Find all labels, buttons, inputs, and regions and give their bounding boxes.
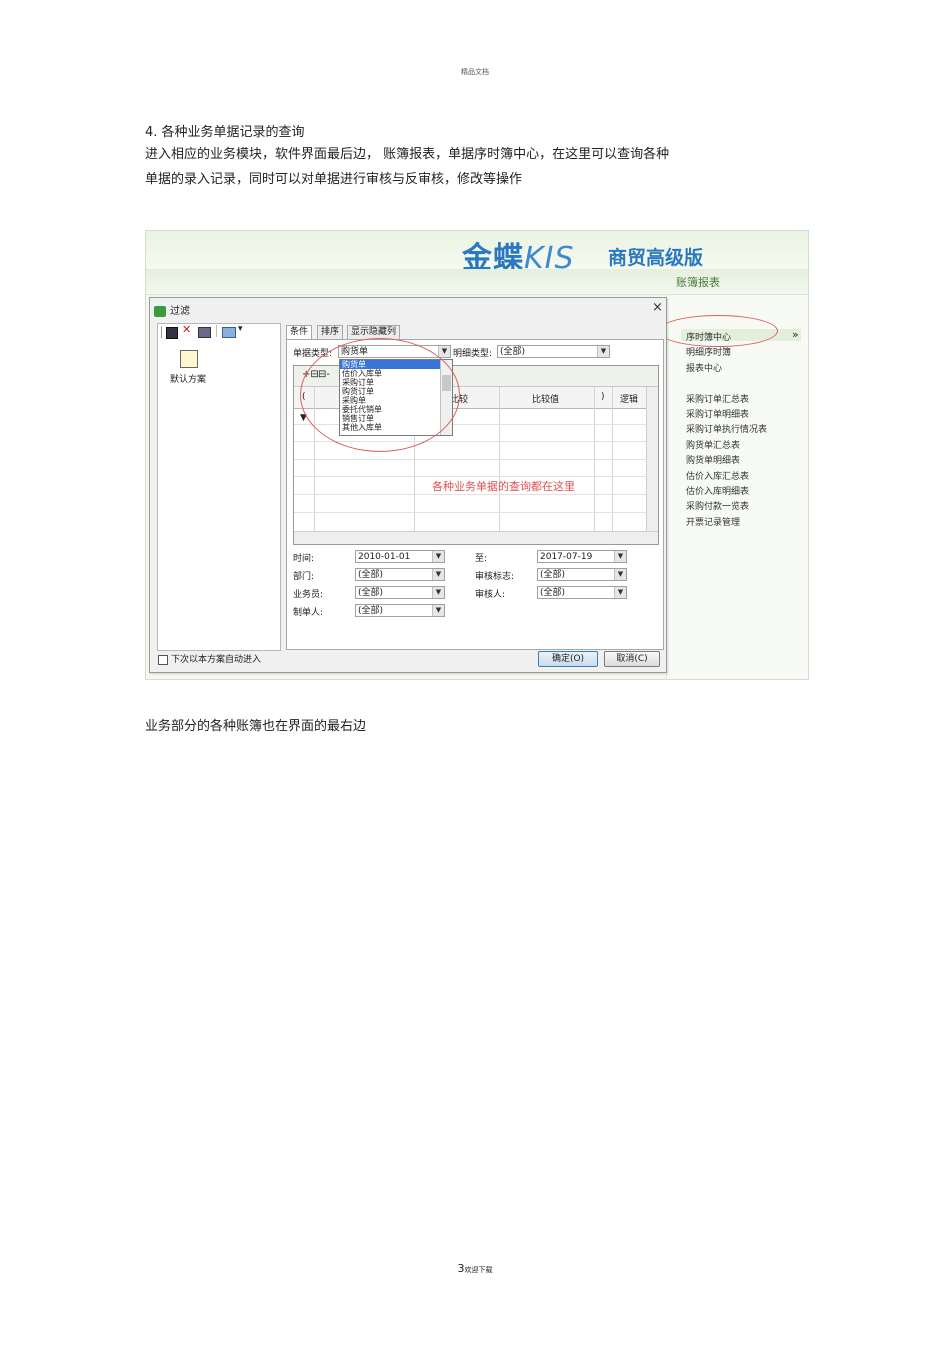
to-label: 至: bbox=[475, 554, 488, 564]
grid-line bbox=[294, 476, 646, 477]
grid-line bbox=[294, 494, 646, 495]
checkbox-icon[interactable] bbox=[158, 654, 168, 665]
software-screenshot: 金蝶KIS 商贸高级版 账簿报表 序时簿中心 » 明细序时簿 报表中心 采购订单… bbox=[145, 230, 809, 680]
menu-item-po-execution[interactable]: 采购订单执行情况表 bbox=[686, 422, 767, 435]
conditions-panel: 单据类型: 购货单 ▼ 明细类型: (全部) ▼ +⊟ ⊟- ( 比较 比较值 ) … bbox=[286, 338, 664, 650]
dept-select[interactable]: (全部) ▼ bbox=[355, 568, 445, 581]
paragraph-2: 业务部分的各种账簿也在界面的最右边 bbox=[145, 719, 367, 734]
tab-conditions[interactable]: 条件 bbox=[286, 325, 313, 339]
menu-item-invoice-records[interactable]: 开票记录管理 bbox=[686, 515, 740, 528]
expand-arrow-icon[interactable]: » bbox=[792, 328, 799, 341]
chevron-down-icon[interactable]: ▼ bbox=[432, 551, 444, 562]
menu-item-po-detail[interactable]: 采购订单明细表 bbox=[686, 407, 749, 420]
tab-sort[interactable]: 排序 bbox=[317, 325, 344, 339]
chevron-down-icon[interactable]: ▾ bbox=[238, 324, 243, 334]
auto-enter-checkbox[interactable]: 下次以本方案自动进入 bbox=[158, 652, 261, 665]
toolbar-grip bbox=[161, 326, 162, 338]
grid-horizontal-scrollbar[interactable] bbox=[294, 531, 658, 544]
menu-item-estimate-summary[interactable]: 估价入库汇总表 bbox=[686, 469, 749, 482]
audit-flag-select[interactable]: (全部) ▼ bbox=[537, 568, 627, 581]
page-footer: 3欢迎下载 bbox=[0, 1262, 950, 1275]
chevron-down-icon[interactable]: ▼ bbox=[614, 587, 626, 598]
detail-type-label: 明细类型: bbox=[453, 349, 493, 359]
menu-item-detail-journal[interactable]: 明细序时簿 bbox=[686, 345, 731, 358]
close-icon[interactable]: × bbox=[652, 300, 663, 315]
menu-item-estimate-detail[interactable]: 估价入库明细表 bbox=[686, 484, 749, 497]
copy-icon[interactable] bbox=[198, 327, 211, 338]
grid-vertical-scrollbar[interactable] bbox=[646, 387, 658, 531]
page-header: 精品文档 bbox=[461, 68, 489, 76]
edition-label: 商贸高级版 bbox=[608, 247, 704, 269]
chevron-down-icon[interactable]: ▼ bbox=[432, 605, 444, 616]
chevron-down-icon[interactable]: ▼ bbox=[432, 569, 444, 580]
col-logic: 逻辑 bbox=[620, 395, 639, 405]
menu-item-payment-list[interactable]: 采购付款一览表 bbox=[686, 499, 749, 512]
page-number: 3 bbox=[457, 1262, 465, 1275]
col-close-paren: ) bbox=[601, 392, 605, 402]
menu-item-purchase-detail[interactable]: 购货单明细表 bbox=[686, 453, 740, 466]
dept-label: 部门: bbox=[293, 572, 315, 582]
chevron-down-icon[interactable]: ▼ bbox=[432, 587, 444, 598]
section-heading: 4. 各种业务单据记录的查询 bbox=[145, 125, 305, 140]
time-to-field[interactable]: 2017-07-19 ▼ bbox=[537, 550, 627, 563]
auditor-label: 审核人: bbox=[475, 590, 506, 600]
auditor-select[interactable]: (全部) ▼ bbox=[537, 586, 627, 599]
menu-item-report-center[interactable]: 报表中心 bbox=[686, 361, 722, 374]
creator-label: 制单人: bbox=[293, 608, 324, 618]
toolbar-separator bbox=[216, 325, 217, 337]
paragraph-line-1: 进入相应的业务模块，软件界面最后边， 账簿报表，单据序时簿中心，在这里可以查询各… bbox=[145, 147, 670, 162]
grid-line bbox=[294, 459, 646, 460]
grid-line bbox=[294, 512, 646, 513]
menu-item-po-summary[interactable]: 采购订单汇总表 bbox=[686, 392, 749, 405]
default-scheme-label[interactable]: 默认方案 bbox=[170, 372, 206, 385]
time-label: 时间: bbox=[293, 554, 315, 564]
detail-type-select[interactable]: (全部) ▼ bbox=[497, 345, 610, 358]
highlight-ellipse-dropdown bbox=[300, 338, 460, 452]
dialog-title: 过滤 bbox=[154, 302, 190, 317]
tab-show-hide-columns[interactable]: 显示隐藏列 bbox=[347, 325, 401, 339]
view-icon[interactable] bbox=[222, 327, 236, 338]
paragraph-line-2: 单据的录入记录，同时可以对单据进行审核与反审核，修改等操作 bbox=[145, 172, 523, 187]
salesman-label: 业务员: bbox=[293, 590, 324, 600]
highlight-ellipse-menu bbox=[658, 315, 778, 347]
folder-icon[interactable] bbox=[180, 350, 198, 368]
cancel-button[interactable]: 取消(C) bbox=[604, 651, 660, 667]
filter-dialog: 过滤 × ✕ ▾ 默认方案 条件 排序 显示隐藏列 单据类型: 购货单 ▼ 明细类… bbox=[149, 297, 667, 673]
footer-note: 欢迎下载 bbox=[464, 1266, 493, 1274]
creator-select[interactable]: (全部) ▼ bbox=[355, 604, 445, 617]
scheme-pane: ✕ ▾ 默认方案 bbox=[157, 323, 281, 651]
delete-icon[interactable]: ✕ bbox=[182, 323, 191, 336]
audit-flag-label: 审核标志: bbox=[475, 572, 515, 582]
salesman-select[interactable]: (全部) ▼ bbox=[355, 586, 445, 599]
time-from-field[interactable]: 2010-01-01 ▼ bbox=[355, 550, 445, 563]
ok-button[interactable]: 确定(O) bbox=[538, 651, 598, 667]
chevron-down-icon[interactable]: ▼ bbox=[597, 346, 609, 357]
menu-item-purchase-summary[interactable]: 购货单汇总表 bbox=[686, 438, 740, 451]
chevron-down-icon[interactable]: ▼ bbox=[614, 551, 626, 562]
red-annotation: 各种业务单据的查询都在这里 bbox=[432, 480, 575, 493]
save-icon[interactable] bbox=[166, 327, 178, 339]
side-title: 账簿报表 bbox=[676, 276, 720, 289]
col-compare-value: 比较值 bbox=[532, 395, 560, 405]
dialog-app-icon bbox=[154, 305, 166, 317]
chevron-down-icon[interactable]: ▼ bbox=[614, 569, 626, 580]
chevron-down-icon[interactable]: ▼ bbox=[438, 346, 450, 357]
